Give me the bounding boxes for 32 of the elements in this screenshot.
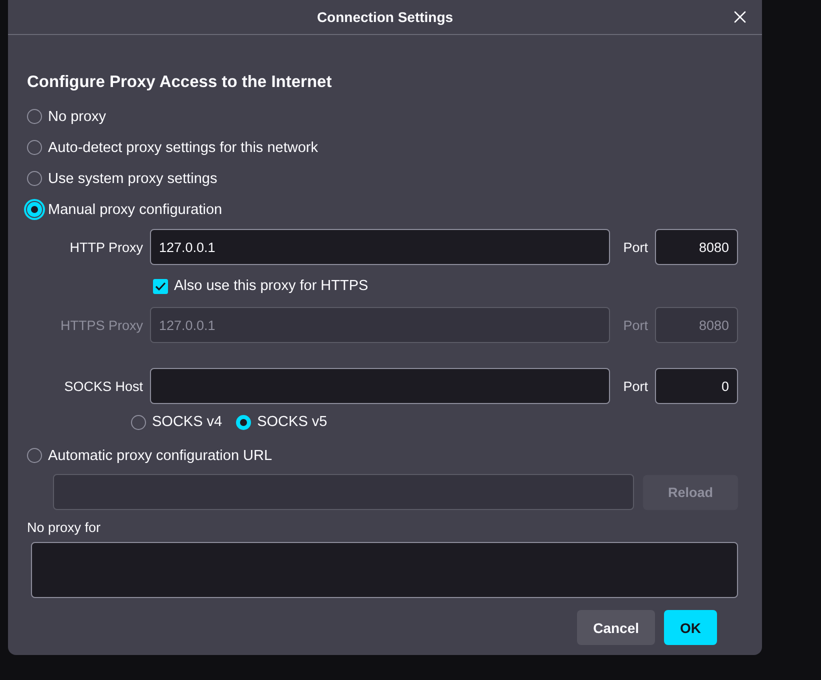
radio-button[interactable]	[27, 140, 42, 155]
port-label: Port	[622, 378, 649, 394]
radio-label: SOCKS v5	[257, 414, 328, 430]
field-label: No proxy for	[27, 520, 102, 535]
radio-button[interactable]	[131, 414, 146, 430]
dialog-title: Connection Settings	[316, 9, 454, 25]
port-label: Port	[622, 240, 649, 254]
radio-button[interactable]	[27, 448, 42, 463]
radio-button[interactable]	[27, 202, 42, 217]
radio-label: No proxy	[48, 108, 106, 124]
radio-label: Manual proxy configuration	[48, 202, 222, 218]
radio-label: Auto-detect proxy settings for this network	[48, 140, 318, 156]
section-heading: Configure Proxy Access to the Internet	[27, 73, 333, 92]
radio-button[interactable]	[236, 414, 252, 430]
radio-label: Automatic proxy configuration URL	[48, 448, 272, 464]
checkbox-label: Also use this proxy for HTTPS	[174, 278, 368, 294]
radio-button[interactable]	[27, 109, 42, 124]
field-label: SOCKS Host	[63, 378, 144, 394]
port-field[interactable]: 0	[655, 368, 738, 404]
radio-button[interactable]	[27, 171, 42, 186]
host-field[interactable]	[150, 368, 610, 404]
radio-label: SOCKS v4	[152, 414, 222, 430]
checkbox[interactable]	[153, 278, 168, 294]
port-field[interactable]: 8080	[655, 229, 738, 265]
radio-label: Use system proxy settings	[48, 170, 218, 186]
field-label: HTTPS Proxy	[59, 318, 144, 332]
host-field[interactable]: 127.0.0.1	[150, 229, 610, 265]
cancel-button[interactable]: Cancel	[577, 610, 655, 645]
port-label: Port	[622, 318, 649, 332]
field-label: HTTP Proxy	[68, 240, 144, 254]
no-proxy-field[interactable]	[31, 542, 738, 598]
ok-button[interactable]: OK	[664, 610, 717, 645]
